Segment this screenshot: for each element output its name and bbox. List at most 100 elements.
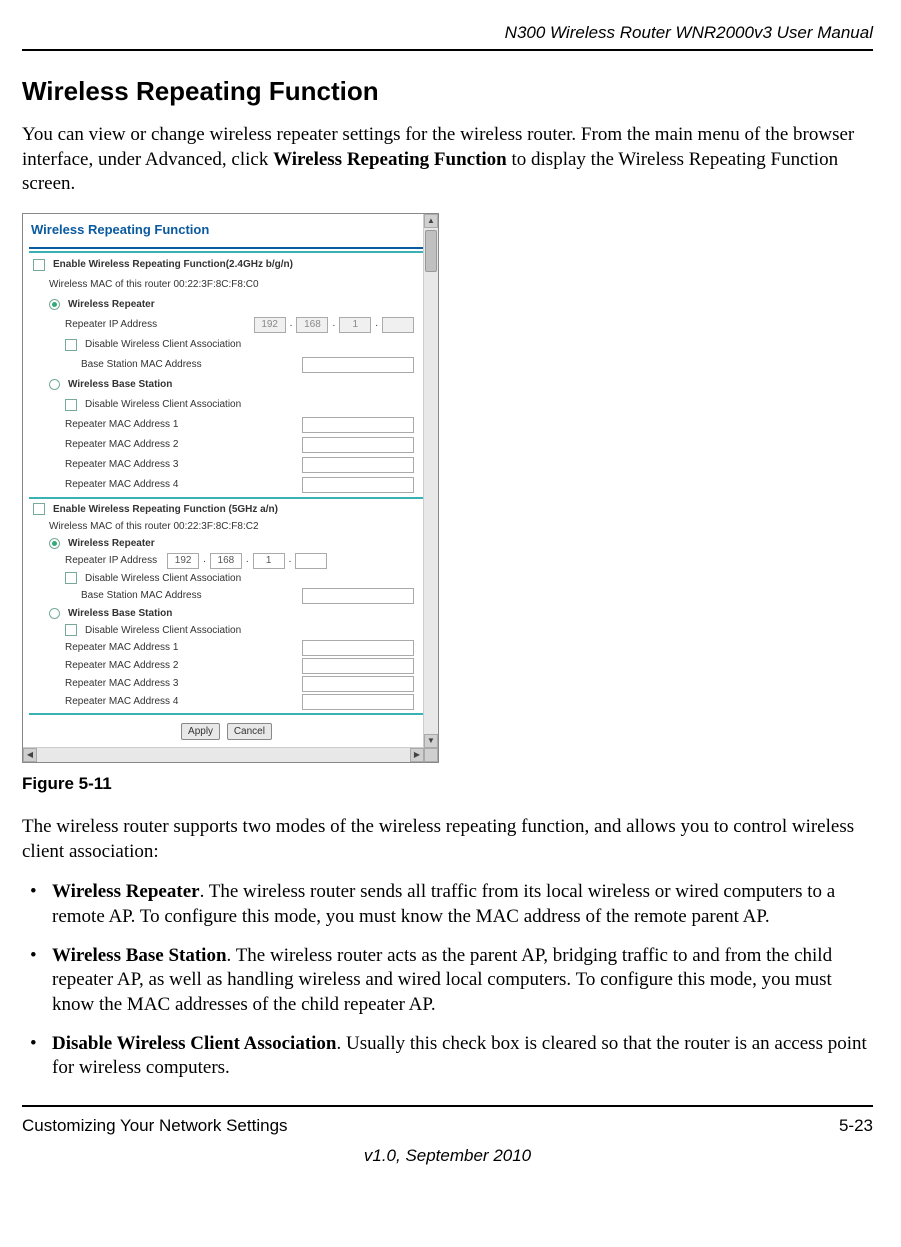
- ip-5-oct2[interactable]: 168: [210, 553, 242, 569]
- rmac4-5-input[interactable]: [302, 694, 414, 710]
- basemac-5-row: Base Station MAC Address: [29, 587, 424, 605]
- enable-5-label: Enable Wireless Repeating Function (5GHz…: [53, 503, 278, 516]
- scroll-right-icon[interactable]: ▶: [410, 748, 424, 762]
- mac-5-row: Wireless MAC of this router 00:22:3F:8C:…: [29, 518, 424, 535]
- screenshot-wireless-repeating: ▲ ▼ ◀ ▶ Wireless Repeating Function Enab…: [22, 213, 439, 763]
- feature-bullet-list: Wireless Repeater. The wireless router s…: [22, 880, 873, 1081]
- basestation-24-radio[interactable]: [49, 379, 60, 390]
- rmac3-5-label: Repeater MAC Address 3: [65, 677, 178, 690]
- repeater-ip-5-label: Repeater IP Address: [65, 554, 157, 567]
- ip-24-oct2[interactable]: 168: [296, 317, 328, 333]
- basemac-24-row: Base Station MAC Address: [29, 355, 424, 375]
- repeater-5-row: Wireless Repeater: [29, 535, 424, 552]
- rmac4-5-label: Repeater MAC Address 4: [65, 695, 178, 708]
- scroll-up-icon[interactable]: ▲: [424, 214, 438, 228]
- separator: [29, 251, 424, 253]
- rmac4-24-label: Repeater MAC Address 4: [65, 478, 178, 491]
- bullet-term: Wireless Repeater: [52, 881, 200, 902]
- rmac3-24-label: Repeater MAC Address 3: [65, 458, 178, 471]
- scroll-thumb[interactable]: [425, 230, 437, 272]
- disable-assoc-24a-label: Disable Wireless Client Association: [85, 338, 241, 351]
- rmac3-5-input[interactable]: [302, 676, 414, 692]
- enable-5-row: Enable Wireless Repeating Function (5GHz…: [29, 501, 424, 518]
- page-header: N300 Wireless Router WNR2000v3 User Manu…: [22, 22, 873, 51]
- vertical-scrollbar[interactable]: ▲ ▼: [423, 214, 438, 762]
- repeater-ip-24-row: Repeater IP Address 192. 168. 1.: [29, 315, 424, 335]
- repeater-24-label: Wireless Repeater: [68, 298, 155, 311]
- basestation-24-row: Wireless Base Station: [29, 375, 424, 395]
- rmac3-24-input[interactable]: [302, 457, 414, 473]
- enable-24-row: Enable Wireless Repeating Function(2.4GH…: [29, 255, 424, 275]
- basemac-24-label: Base Station MAC Address: [81, 358, 202, 371]
- repeater-ip-24-label: Repeater IP Address: [65, 318, 157, 331]
- list-item: Wireless Base Station. The wireless rout…: [22, 944, 873, 1018]
- rmac2-24-label: Repeater MAC Address 2: [65, 438, 178, 451]
- repeater-24-row: Wireless Repeater: [29, 295, 424, 315]
- basestation-5-radio[interactable]: [49, 608, 60, 619]
- basestation-24-label: Wireless Base Station: [68, 378, 172, 391]
- ip-24-oct3[interactable]: 1: [339, 317, 371, 333]
- disable-assoc-24b-checkbox[interactable]: [65, 399, 77, 411]
- enable-24-checkbox[interactable]: [33, 259, 45, 271]
- scroll-left-icon[interactable]: ◀: [23, 748, 37, 762]
- disable-assoc-24b-row: Disable Wireless Client Association: [29, 395, 424, 415]
- disable-assoc-5a-checkbox[interactable]: [65, 572, 77, 584]
- rmac4-24-input[interactable]: [302, 477, 414, 493]
- rmac4-24-row: Repeater MAC Address 4: [29, 475, 424, 495]
- bullet-term: Disable Wireless Client Association: [52, 1033, 337, 1054]
- section-heading: Wireless Repeating Function: [22, 75, 873, 109]
- ip-5-oct4[interactable]: [295, 553, 327, 569]
- repeater-ip-5-row: Repeater IP Address 192. 168. 1.: [29, 552, 424, 570]
- horizontal-scrollbar[interactable]: ◀ ▶: [23, 747, 424, 762]
- rmac2-24-input[interactable]: [302, 437, 414, 453]
- rmac2-5-input[interactable]: [302, 658, 414, 674]
- modes-paragraph: The wireless router supports two modes o…: [22, 815, 873, 864]
- rmac1-24-input[interactable]: [302, 417, 414, 433]
- repeater-5-radio[interactable]: [49, 538, 60, 549]
- basemac-5-label: Base Station MAC Address: [81, 589, 202, 602]
- repeater-5-label: Wireless Repeater: [68, 537, 155, 550]
- disable-assoc-5b-label: Disable Wireless Client Association: [85, 624, 241, 637]
- mac-5-text: Wireless MAC of this router 00:22:3F:8C:…: [49, 520, 259, 533]
- basestation-5-label: Wireless Base Station: [68, 607, 172, 620]
- footer-version: v1.0, September 2010: [22, 1145, 873, 1167]
- page-footer: Customizing Your Network Settings 5-23 v…: [22, 1105, 873, 1167]
- repeater-24-radio[interactable]: [49, 299, 60, 310]
- basestation-5-row: Wireless Base Station: [29, 605, 424, 622]
- footer-left: Customizing Your Network Settings: [22, 1115, 288, 1137]
- panel-title: Wireless Repeating Function: [29, 218, 424, 249]
- ip-24-oct4[interactable]: [382, 317, 414, 333]
- disable-assoc-5b-row: Disable Wireless Client Association: [29, 622, 424, 639]
- manual-title: N300 Wireless Router WNR2000v3 User Manu…: [505, 23, 873, 42]
- disable-assoc-5b-checkbox[interactable]: [65, 624, 77, 636]
- rmac3-24-row: Repeater MAC Address 3: [29, 455, 424, 475]
- rmac1-5-row: Repeater MAC Address 1: [29, 639, 424, 657]
- rmac1-24-label: Repeater MAC Address 1: [65, 418, 178, 431]
- rmac1-5-input[interactable]: [302, 640, 414, 656]
- disable-assoc-24b-label: Disable Wireless Client Association: [85, 398, 241, 411]
- rmac4-5-row: Repeater MAC Address 4: [29, 693, 424, 711]
- intro-paragraph: You can view or change wireless repeater…: [22, 123, 873, 197]
- scroll-down-icon[interactable]: ▼: [424, 734, 438, 748]
- ip-24-oct1[interactable]: 192: [254, 317, 286, 333]
- footer-page-number: 5-23: [839, 1115, 873, 1137]
- ip-5-oct1[interactable]: 192: [167, 553, 199, 569]
- scroll-corner: [424, 748, 438, 762]
- rmac2-5-row: Repeater MAC Address 2: [29, 657, 424, 675]
- ip-5-oct3[interactable]: 1: [253, 553, 285, 569]
- basemac-24-input[interactable]: [302, 357, 414, 373]
- rmac2-24-row: Repeater MAC Address 2: [29, 435, 424, 455]
- mac-24-text: Wireless MAC of this router 00:22:3F:8C:…: [49, 278, 259, 291]
- basemac-5-input[interactable]: [302, 588, 414, 604]
- rmac3-5-row: Repeater MAC Address 3: [29, 675, 424, 693]
- enable-5-checkbox[interactable]: [33, 503, 45, 515]
- enable-24-label: Enable Wireless Repeating Function(2.4GH…: [53, 258, 293, 271]
- disable-assoc-24a-checkbox[interactable]: [65, 339, 77, 351]
- cancel-button[interactable]: Cancel: [227, 723, 272, 740]
- separator: [29, 497, 424, 499]
- rmac1-24-row: Repeater MAC Address 1: [29, 415, 424, 435]
- figure-caption: Figure 5-11: [22, 773, 873, 795]
- apply-button[interactable]: Apply: [181, 723, 220, 740]
- button-row: Apply Cancel: [29, 717, 424, 744]
- rmac2-5-label: Repeater MAC Address 2: [65, 659, 178, 672]
